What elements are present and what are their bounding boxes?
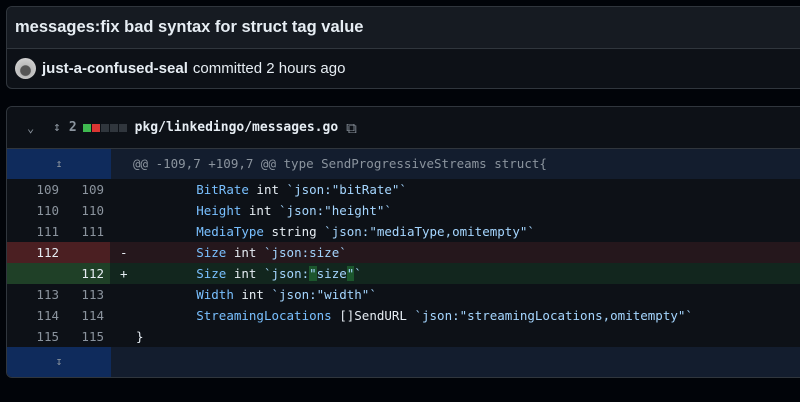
new-line-number[interactable]: 110: [71, 200, 110, 221]
code-token: int: [241, 203, 280, 218]
copy-icon[interactable]: ⧉: [346, 119, 357, 137]
code-token: `json:size`: [263, 245, 347, 260]
code-token: ": [309, 266, 317, 281]
file-header: ⌄ ↕ 2 pkg/linkedingo/messages.go ⧉: [7, 107, 800, 149]
diff-marker: [110, 305, 136, 326]
code-token: `json:"mediaType,omitempty"`: [324, 224, 535, 239]
old-line-number[interactable]: [7, 263, 71, 284]
file-path[interactable]: pkg/linkedingo/messages.go: [135, 120, 339, 135]
old-line-number[interactable]: 112: [7, 242, 71, 263]
commit-author-line: just-a-confused-seal committed 2 hours a…: [7, 49, 800, 88]
code-token: `json:"width"`: [271, 287, 377, 302]
code-token: BitRate: [196, 182, 249, 197]
expand-down-icon[interactable]: ↧: [7, 347, 111, 377]
diffstat-block: [100, 123, 109, 132]
code-text: Height int `json:"height"`: [136, 200, 392, 221]
avatar[interactable]: [15, 58, 36, 79]
new-line-number[interactable]: 109: [71, 179, 110, 200]
code-token: `json:: [263, 266, 310, 281]
new-line-number[interactable]: 115: [71, 326, 110, 347]
diff-marker: [110, 200, 136, 221]
code-token: StreamingLocations: [196, 308, 332, 323]
old-line-number[interactable]: 113: [7, 284, 71, 305]
diffstat-block: [109, 123, 118, 132]
old-line-number[interactable]: 111: [7, 221, 71, 242]
commit-time: 2 hours ago: [266, 60, 346, 77]
file-diff: ⌄ ↕ 2 pkg/linkedingo/messages.go ⧉ ↥ @@ …: [6, 106, 800, 378]
code-token: `: [354, 266, 362, 281]
code-token: `json:"bitRate"`: [286, 182, 407, 197]
author-link[interactable]: just-a-confused-seal: [42, 60, 188, 77]
diff-marker: -: [120, 245, 128, 260]
diffstat-block: [82, 123, 91, 132]
code-text: Width int `json:"width"`: [136, 284, 377, 305]
code-token: int: [248, 182, 287, 197]
diffstat-block: [91, 123, 100, 132]
code-token: size: [316, 266, 347, 281]
code-token: []SendURL: [331, 308, 415, 323]
diff-marker: [110, 221, 136, 242]
code-token: int: [226, 266, 264, 281]
diff-marker: [110, 179, 136, 200]
new-line-number[interactable]: [71, 242, 110, 263]
code-text: StreamingLocations []SendURL `json:"stre…: [136, 305, 693, 326]
diff-line-ctx: 114 114 StreamingLocations []SendURL `jso…: [7, 305, 800, 326]
old-line-number[interactable]: 109: [7, 179, 71, 200]
code-token: int: [233, 287, 272, 302]
code-token: Height: [196, 203, 242, 218]
diff-line-ctx: 115 115}: [7, 326, 800, 347]
new-line-number[interactable]: 112: [71, 263, 110, 284]
new-line-number[interactable]: 113: [71, 284, 110, 305]
code-text: }: [136, 326, 144, 347]
code-token: Size: [196, 245, 227, 260]
code-text: MediaType string `json:"mediaType,omitem…: [136, 221, 535, 242]
code-token: Size: [196, 266, 227, 281]
old-line-number[interactable]: 115: [7, 326, 71, 347]
old-line-number[interactable]: 110: [7, 200, 71, 221]
hunk-text: @@ -109,7 +109,7 @@ type SendProgressive…: [133, 156, 547, 171]
hunk-footer: ↧: [7, 347, 800, 377]
diff-line-add: 112 + Size int `json:"size"`: [7, 263, 800, 284]
code-token: Width: [196, 287, 234, 302]
chevron-down-icon[interactable]: ⌄: [27, 121, 41, 135]
hunk-header: ↥ @@ -109,7 +109,7 @@ type SendProgressi…: [7, 149, 800, 179]
code-text: BitRate int `json:"bitRate"`: [136, 179, 407, 200]
new-line-number[interactable]: 111: [71, 221, 110, 242]
change-count: 2: [68, 120, 77, 135]
code-token: int: [226, 245, 264, 260]
diff-line-ctx: 109 109 BitRate int `json:"bitRate"`: [7, 179, 800, 200]
diff-lines: 109 109 BitRate int `json:"bitRate"` 110 11…: [7, 179, 800, 347]
code-token: string: [263, 224, 325, 239]
unfold-icon[interactable]: ↕: [53, 120, 61, 135]
diff-marker: [110, 284, 136, 305]
expand-up-icon[interactable]: ↥: [7, 149, 111, 179]
code-token: }: [136, 329, 144, 344]
commit-header: messages:fix bad syntax for struct tag v…: [6, 6, 800, 89]
commit-action: committed: [192, 60, 263, 77]
commit-title: messages:fix bad syntax for struct tag v…: [7, 7, 800, 49]
code-token: `json:"streamingLocations,omitempty"`: [414, 308, 693, 323]
diff-marker: [110, 326, 136, 347]
diffstat-block: [118, 123, 127, 132]
diff-line-del: 112 - Size int `json:size`: [7, 242, 800, 263]
diff-line-ctx: 113 113 Width int `json:"width"`: [7, 284, 800, 305]
diffstat: [82, 123, 127, 132]
code-token: MediaType: [196, 224, 264, 239]
diff-marker: +: [120, 266, 128, 281]
new-line-number[interactable]: 114: [71, 305, 110, 326]
code-text: Size int `json:size`: [136, 242, 347, 263]
diff-line-ctx: 110 110 Height int `json:"height"`: [7, 200, 800, 221]
diff-line-ctx: 111 111 MediaType string `json:"mediaType…: [7, 221, 800, 242]
code-text: Size int `json:"size"`: [136, 263, 362, 284]
old-line-number[interactable]: 114: [7, 305, 71, 326]
code-token: `json:"height"`: [279, 203, 392, 218]
